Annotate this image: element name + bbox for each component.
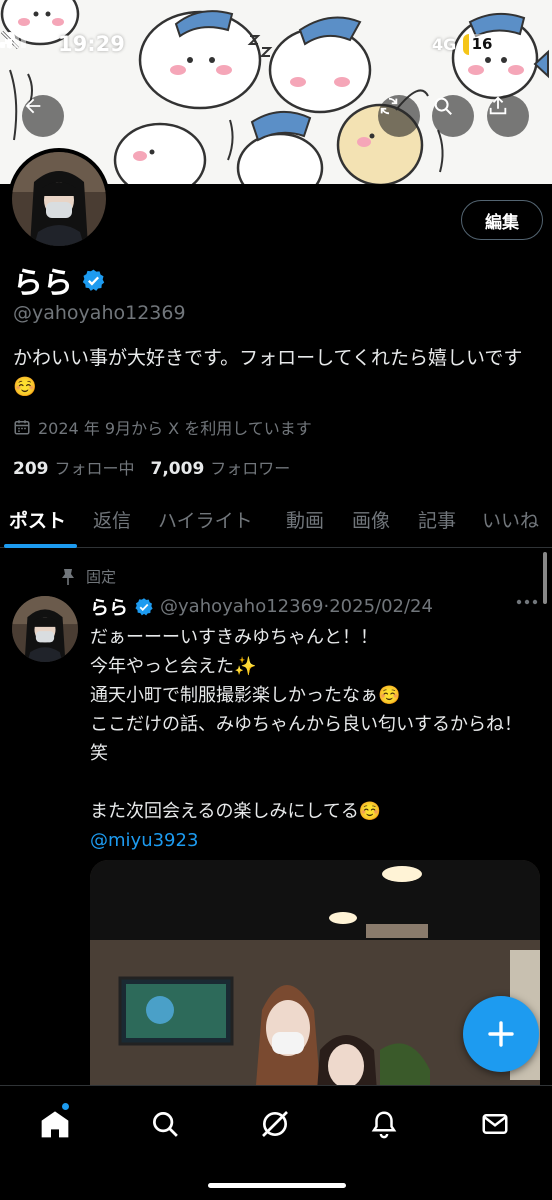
verified-badge-icon bbox=[135, 597, 153, 615]
tab-photos[interactable]: 画像 bbox=[352, 506, 390, 533]
search-icon bbox=[153, 1112, 178, 1137]
follow-counts: 209 フォロー中 7,009 フォロワー bbox=[13, 455, 306, 479]
refresh-button[interactable] bbox=[378, 95, 420, 137]
following-link[interactable]: 209 フォロー中 bbox=[13, 455, 135, 479]
post-line: また次回会えるの楽しみにしてる☺️ bbox=[90, 801, 382, 822]
share-button[interactable] bbox=[487, 95, 529, 137]
post-line: 通天小町で制服撮影楽しかったなぁ☺️ bbox=[90, 685, 401, 706]
status-bar: 19:29 4G 16 bbox=[0, 30, 552, 62]
verified-badge-icon[interactable] bbox=[81, 268, 106, 293]
followers-count: 7,009 bbox=[150, 459, 205, 479]
post-line: だぁーーーいすきみゆちゃんと！！ bbox=[90, 627, 378, 648]
post-author-name[interactable]: らら bbox=[90, 593, 128, 620]
avatar-image bbox=[12, 596, 78, 662]
tab-posts[interactable]: ポスト bbox=[9, 506, 66, 533]
post-line: ここだけの話、みゆちゃんから良い匂いするからね！笑 bbox=[90, 714, 522, 764]
plus-icon bbox=[488, 1021, 514, 1047]
nav-notifications[interactable] bbox=[364, 1104, 404, 1144]
back-button[interactable] bbox=[22, 95, 64, 137]
status-time: 19:29 bbox=[58, 32, 125, 56]
notifications-icon bbox=[371, 1111, 397, 1139]
post-body: だぁーーーいすきみゆちゃんと！！ 今年やっと会えた✨ 通天小町で制服撮影楽しかっ… bbox=[90, 623, 530, 855]
tab-articles[interactable]: 記事 bbox=[418, 506, 456, 533]
calendar-icon bbox=[14, 420, 30, 435]
name-row: らら bbox=[13, 258, 106, 302]
share-icon bbox=[489, 96, 507, 115]
signal-icon bbox=[0, 31, 26, 48]
scrollbar[interactable] bbox=[543, 552, 547, 604]
pin-icon bbox=[62, 568, 74, 585]
post-line: 今年やっと会えた✨ bbox=[90, 656, 257, 677]
nav-grok[interactable] bbox=[255, 1104, 295, 1144]
following-count: 209 bbox=[13, 459, 49, 479]
arrow-left-icon bbox=[25, 98, 41, 114]
pinned-indicator: 固定 bbox=[60, 566, 116, 587]
home-indicator[interactable] bbox=[208, 1183, 346, 1188]
nav-home[interactable] bbox=[35, 1104, 75, 1144]
display-name: らら bbox=[13, 266, 73, 301]
network-type: 4G bbox=[432, 35, 457, 54]
post-line bbox=[90, 768, 530, 797]
battery-tip bbox=[503, 41, 506, 48]
pinned-label: 固定 bbox=[86, 568, 117, 586]
tab-highlights[interactable]: ハイライト bbox=[158, 506, 253, 533]
battery-level: 16 bbox=[471, 35, 493, 53]
avatar-image bbox=[12, 152, 106, 246]
profile-tabs: ポスト 返信 ハイライト 動画 画像 記事 いいね bbox=[0, 496, 552, 548]
active-tab-indicator bbox=[4, 544, 77, 548]
following-label: フォロー中 bbox=[54, 459, 135, 478]
profile-bio: かわいい事が大好きです。フォローしてくれたら嬉しいです☺️ bbox=[13, 347, 523, 398]
edit-profile-button[interactable]: 編集 bbox=[461, 200, 543, 240]
followers-link[interactable]: 7,009 フォロワー bbox=[151, 455, 291, 479]
search-button[interactable] bbox=[432, 95, 474, 137]
home-icon bbox=[41, 1111, 69, 1138]
nav-search[interactable] bbox=[145, 1104, 185, 1144]
joined-text: 2024 年 9月から X を利用しています bbox=[38, 419, 312, 438]
tab-replies[interactable]: 返信 bbox=[93, 506, 131, 533]
profile-handle: @yahoyaho12369 bbox=[13, 302, 186, 324]
refresh-icon bbox=[380, 97, 398, 115]
unread-dot bbox=[62, 1103, 69, 1110]
compose-button[interactable] bbox=[463, 996, 539, 1072]
grok-icon bbox=[262, 1111, 288, 1137]
post-author-avatar[interactable] bbox=[12, 596, 78, 662]
post-header: らら @yahoyaho12369 ·2025/02/24 bbox=[90, 593, 433, 620]
post-author-handle: @yahoyaho12369 bbox=[160, 596, 324, 617]
tab-videos[interactable]: 動画 bbox=[286, 506, 324, 533]
nav-messages[interactable] bbox=[475, 1104, 515, 1144]
followers-label: フォロワー bbox=[210, 459, 291, 478]
battery-indicator: 16 bbox=[463, 34, 501, 55]
tab-likes[interactable]: いいね bbox=[482, 506, 539, 533]
post-mention[interactable]: @miyu3923 bbox=[90, 826, 530, 855]
search-icon bbox=[434, 97, 452, 115]
post-date[interactable]: ·2025/02/24 bbox=[323, 596, 432, 617]
joined-date: 2024 年 9月から X を利用しています bbox=[13, 415, 312, 439]
messages-icon bbox=[482, 1114, 508, 1134]
more-options-icon[interactable] bbox=[516, 598, 538, 606]
profile-avatar[interactable] bbox=[8, 148, 110, 250]
